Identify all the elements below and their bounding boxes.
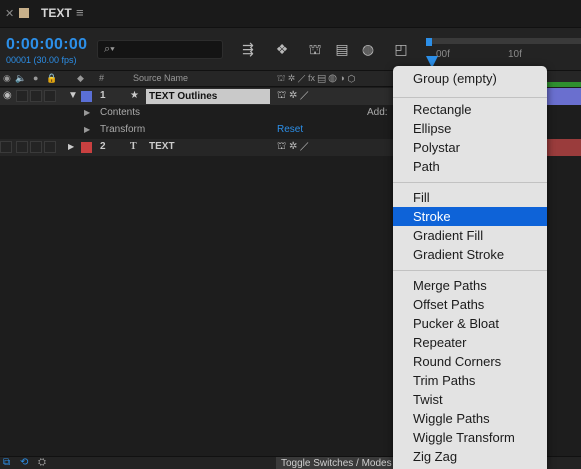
expand-chevron-icon[interactable]: ▼ <box>68 90 78 101</box>
motion-blur-icon[interactable]: ◍ <box>358 39 378 59</box>
search-icon: ⌕▾ <box>104 43 115 55</box>
layer-number: 1 <box>100 90 106 101</box>
menu-item-wiggle-paths[interactable]: Wiggle Paths <box>393 409 547 428</box>
audio-toggle[interactable] <box>16 90 28 102</box>
layer-name[interactable]: TEXT <box>149 141 175 152</box>
comp-flowchart-icon[interactable]: ⧉ <box>3 457 10 468</box>
panel-title[interactable]: TEXT <box>41 6 72 20</box>
menu-item-polystar[interactable]: Polystar <box>393 138 547 157</box>
audio-toggle-icon[interactable]: 🔈 <box>15 73 26 84</box>
panel-menu-icon[interactable]: ≡ <box>76 5 84 20</box>
audio-toggle[interactable] <box>16 141 28 153</box>
lock-icon[interactable]: 🔒 <box>46 73 57 84</box>
menu-item-offset-paths[interactable]: Offset Paths <box>393 295 547 314</box>
layer-number: 2 <box>100 141 106 152</box>
menu-item-trim-paths[interactable]: Trim Paths <box>393 371 547 390</box>
menu-item-repeater[interactable]: Repeater <box>393 333 547 352</box>
lock-toggle[interactable] <box>44 90 56 102</box>
shy-layers-icon[interactable]: ⛫ <box>305 39 325 59</box>
column-source-name[interactable]: Source Name <box>133 73 188 83</box>
menu-item-stroke[interactable]: Stroke <box>393 207 547 226</box>
layer-name-field[interactable]: TEXT Outlines <box>146 89 270 104</box>
video-toggle-icon[interactable]: ◉ <box>3 73 11 84</box>
menu-item-group-empty[interactable]: Group (empty) <box>393 69 547 88</box>
menu-item-rectangle[interactable]: Rectangle <box>393 100 547 119</box>
comp-mini-flowchart-icon[interactable]: ⇶ <box>238 39 258 59</box>
toggle-switches-modes-button[interactable]: Toggle Switches / Modes <box>276 457 396 469</box>
expand-arrow-icon[interactable]: ▶ <box>84 108 90 117</box>
close-icon[interactable]: ✕ <box>5 7 14 20</box>
menu-item-round-corners[interactable]: Round Corners <box>393 352 547 371</box>
menu-item-merge-paths[interactable]: Merge Paths <box>393 276 547 295</box>
add-label[interactable]: Add: <box>367 107 388 118</box>
menu-item-gradient-fill[interactable]: Gradient Fill <box>393 226 547 245</box>
menu-separator <box>393 270 547 271</box>
layer-duration-bar[interactable] <box>546 139 581 156</box>
add-shape-menu: Group (empty) Rectangle Ellipse Polystar… <box>393 66 547 469</box>
lock-toggle[interactable] <box>44 141 56 153</box>
menu-item-zig-zag[interactable]: Zig Zag <box>393 447 547 466</box>
menu-item-wiggle-transform[interactable]: Wiggle Transform <box>393 428 547 447</box>
solo-toggle-icon[interactable]: ● <box>33 73 38 83</box>
work-area-bar[interactable] <box>426 38 581 44</box>
switches-icons: ⛫ ✲ ⟋ fx ▤ ◍ ◑ ⬡ <box>277 73 356 83</box>
ruler-tick-label: 00f <box>436 49 450 60</box>
expand-chevron-icon[interactable]: ▶ <box>68 142 74 151</box>
ruler-tick-label: 10f <box>508 49 522 60</box>
expand-arrow-icon[interactable]: ▶ <box>84 125 90 134</box>
menu-separator <box>393 182 547 183</box>
menu-item-pucker-bloat[interactable]: Pucker & Bloat <box>393 314 547 333</box>
text-layer-icon: T <box>130 141 137 152</box>
graph-editor-icon[interactable]: ◰ <box>391 39 411 59</box>
eye-icon[interactable]: ◉ <box>3 90 12 101</box>
current-time-display[interactable]: 0:00:00:00 <box>6 36 87 54</box>
layer-search-input[interactable]: ⌕▾ <box>97 40 223 59</box>
contents-label: Contents <box>100 107 141 118</box>
solo-toggle[interactable] <box>30 141 42 153</box>
frame-blending-icon[interactable]: ▤ <box>332 39 352 59</box>
frame-rate-display: 00001 (30.00 fps) <box>6 55 77 65</box>
timeline-work-area <box>546 82 581 87</box>
layer-switches[interactable]: ⛫ ✲ ⟋ <box>277 90 309 103</box>
layer-label-color[interactable] <box>81 91 92 102</box>
column-layer-number[interactable]: # <box>99 73 104 83</box>
timeline-toolbar: 0:00:00:00 00001 (30.00 fps) ⌕▾ ⇶ ❖ ⛫ ▤ … <box>0 28 581 70</box>
render-time-icon[interactable]: ⛭ <box>38 457 46 468</box>
menu-item-gradient-stroke[interactable]: Gradient Stroke <box>393 245 547 264</box>
reset-link[interactable]: Reset <box>277 124 303 135</box>
menu-item-fill[interactable]: Fill <box>393 188 547 207</box>
solo-toggle[interactable] <box>30 90 42 102</box>
menu-item-twist[interactable]: Twist <box>393 390 547 409</box>
layer-switches[interactable]: ⛫ ✲ ⟋ <box>277 141 309 154</box>
panel-tab-bar: ✕ TEXT ≡ <box>0 0 581 28</box>
draft-3d-icon[interactable]: ❖ <box>272 39 292 59</box>
shape-layer-star-icon: ★ <box>130 90 139 101</box>
menu-separator <box>393 97 547 98</box>
expand-panes-icon[interactable]: ⟲ <box>20 457 28 468</box>
menu-item-ellipse[interactable]: Ellipse <box>393 119 547 138</box>
transform-label: Transform <box>100 124 146 135</box>
menu-item-path[interactable]: Path <box>393 157 547 176</box>
comp-color-swatch <box>19 8 29 18</box>
layer-duration-bar[interactable] <box>546 88 581 105</box>
work-area-start-marker[interactable] <box>426 38 432 46</box>
video-toggle[interactable] <box>0 141 12 153</box>
layer-label-color[interactable] <box>81 142 92 153</box>
label-tag-icon[interactable]: ◆ <box>77 73 84 84</box>
